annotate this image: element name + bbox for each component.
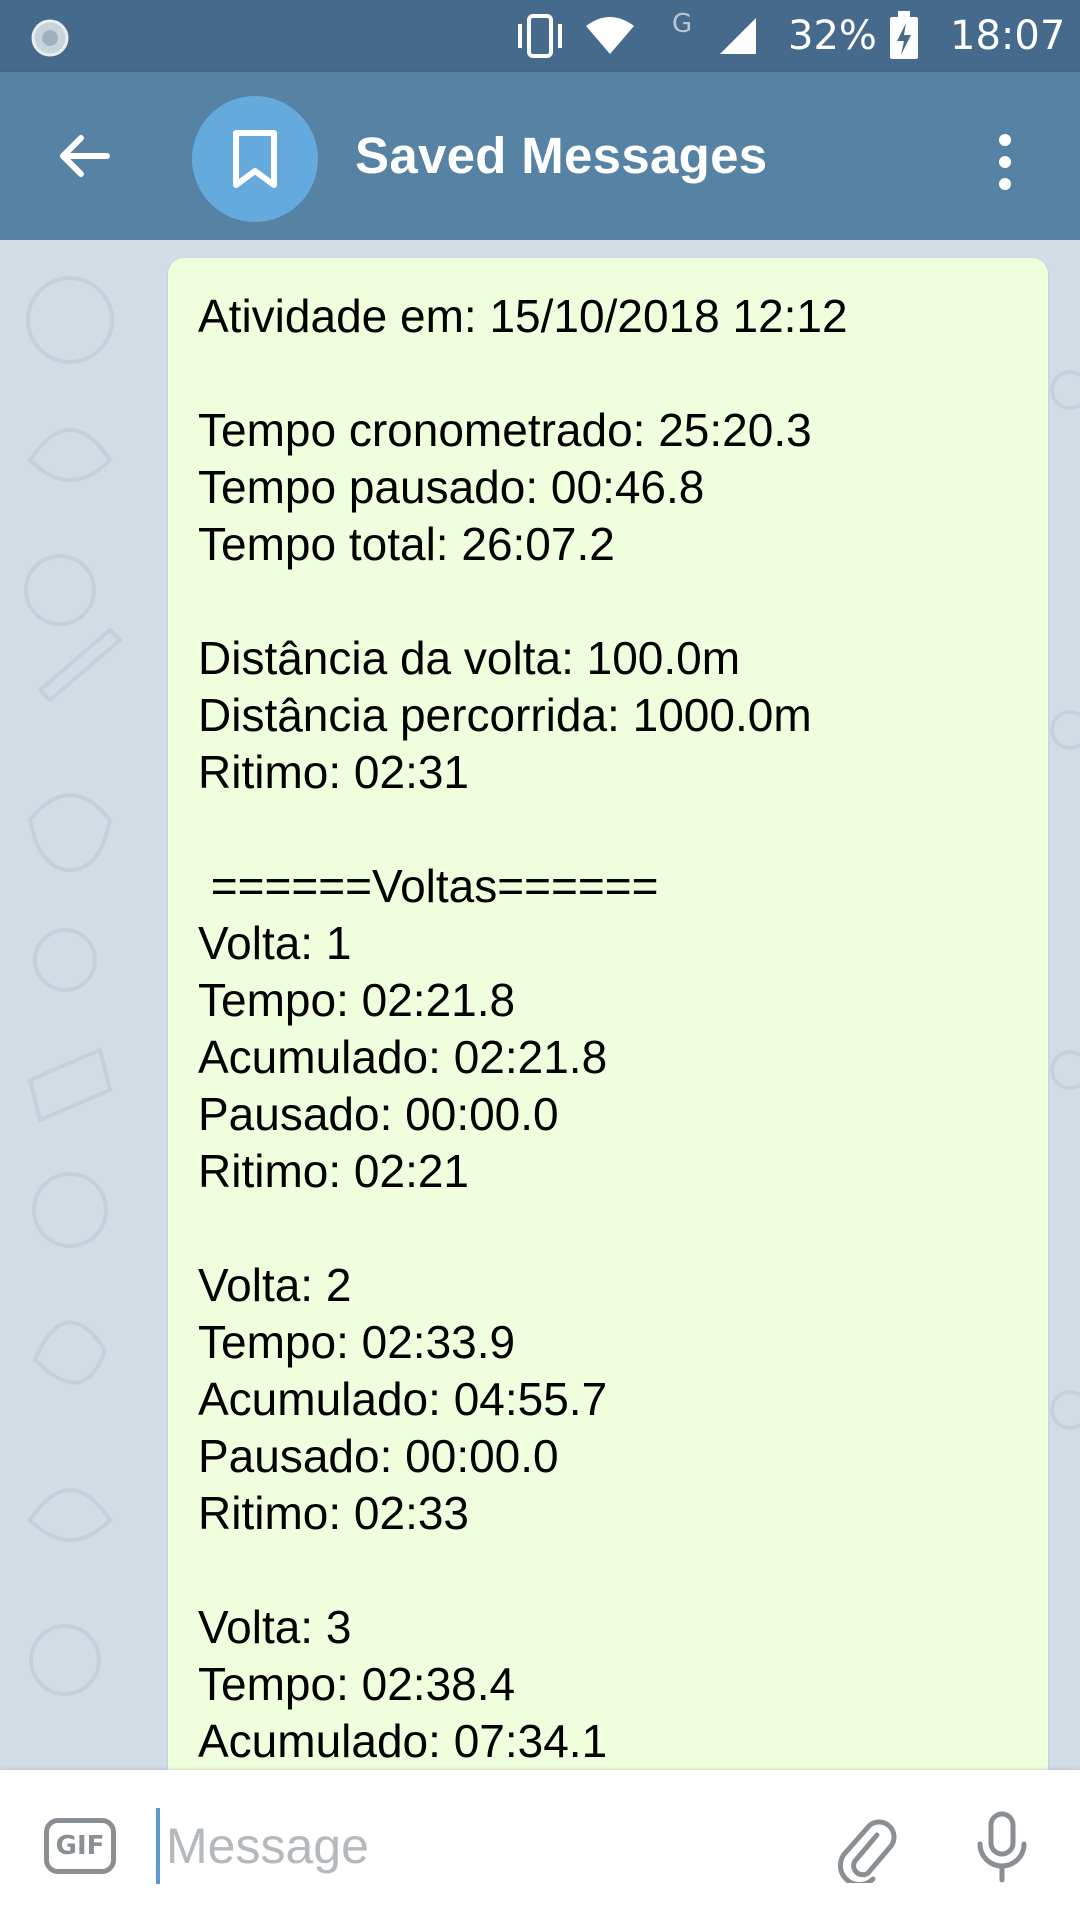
bookmark-icon xyxy=(233,130,277,188)
gif-button[interactable]: GIF xyxy=(44,1818,116,1874)
battery-charging-icon xyxy=(888,0,920,72)
more-vertical-icon xyxy=(999,134,1011,190)
message-text: Atividade em: 15/10/2018 12:12 Tempo cro… xyxy=(198,290,848,1767)
network-type-label: G xyxy=(672,9,693,39)
more-options-button[interactable] xyxy=(975,122,1035,202)
back-button[interactable] xyxy=(40,116,130,196)
clock: 18:07 xyxy=(950,13,1066,59)
voice-record-button[interactable] xyxy=(962,1806,1042,1890)
sync-icon xyxy=(31,19,69,57)
attach-button[interactable] xyxy=(826,1808,906,1888)
message-composer: GIF xyxy=(0,1770,1080,1920)
cell-signal-icon xyxy=(716,0,760,72)
battery-percent: 32% xyxy=(788,13,877,59)
vibrate-icon xyxy=(512,0,568,72)
arrow-left-icon xyxy=(60,135,110,177)
message-input[interactable] xyxy=(156,1808,796,1884)
chat-area[interactable]: Atividade em: 15/10/2018 12:12 Tempo cro… xyxy=(0,240,1080,1770)
avatar[interactable] xyxy=(192,96,318,222)
status-bar: G 32% 18:07 xyxy=(0,0,1080,72)
chat-header: Saved Messages xyxy=(0,72,1080,240)
wifi-icon xyxy=(582,0,638,72)
wallpaper-doodle xyxy=(1050,370,1080,1430)
gif-label: GIF xyxy=(55,1831,105,1861)
chat-title[interactable]: Saved Messages xyxy=(355,126,767,185)
microphone-icon xyxy=(977,1811,1027,1883)
message-bubble[interactable]: Atividade em: 15/10/2018 12:12 Tempo cro… xyxy=(168,258,1048,1770)
wallpaper-doodle xyxy=(24,276,123,1696)
paperclip-icon xyxy=(837,1819,897,1883)
